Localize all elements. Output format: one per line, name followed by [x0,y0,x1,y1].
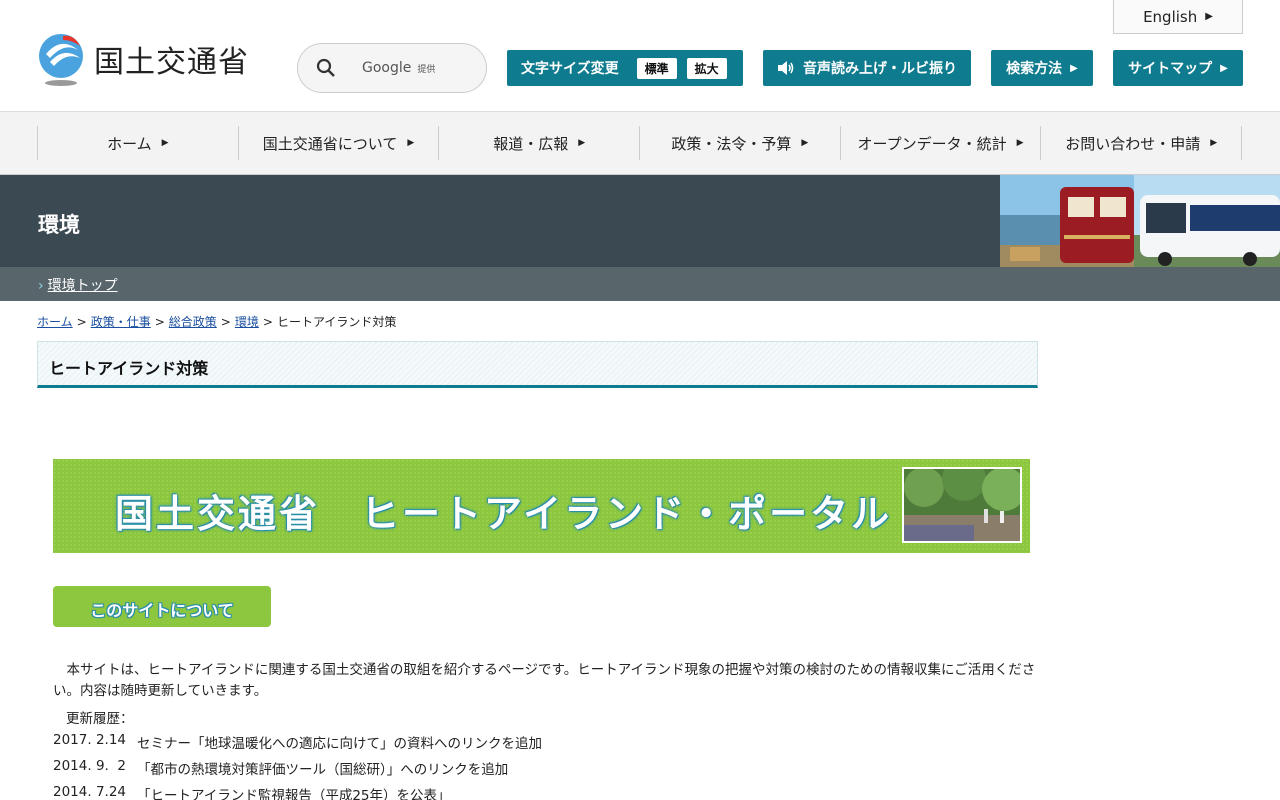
font-size-standard-button[interactable]: 標準 [636,57,677,79]
section-title: 環境 [38,213,80,237]
triangle-right-icon: ▶ [801,138,809,148]
about-site-label: このサイトについて [90,600,234,620]
breadcrumb-link-policy[interactable]: 政策・仕事 [91,315,151,329]
chevron-right-icon: › [38,278,44,294]
about-site-button[interactable]: このサイトについて [53,586,271,627]
heat-island-portal-banner: 国土交通省 ヒートアイランド・ポータル [53,459,1030,553]
triangle-right-icon: ▶ [1210,138,1218,148]
list-item: 2014. 7.24 「ヒートアイランド監視報告（平成25年）を公表」 [53,784,542,800]
update-history-label: 更新履歴： [66,711,134,727]
font-size-label: 文字サイズ変更 [521,61,619,77]
breadcrumb-link-environment[interactable]: 環境 [235,315,259,329]
park-photo [902,467,1022,543]
gnav-item-press[interactable]: 報道・広報 ▶ [439,126,641,160]
english-button[interactable]: English ▶ [1113,0,1243,34]
gnav-item-contact[interactable]: お問い合わせ・申請 ▶ [1041,126,1243,160]
triangle-right-icon: ▶ [578,138,586,148]
update-history-list: 2017. 2.14 セミナー「地球温暖化への適応に向けて」の資料へのリンクを追… [53,732,542,800]
page-title-box: ヒートアイランド対策 [37,341,1038,388]
breadcrumb-link-home[interactable]: ホーム [37,315,73,329]
triangle-right-icon: ▶ [1016,138,1024,148]
list-item: 2014. 9. 2 「都市の熱環境対策評価ツール（国総研）」へのリンクを追加 [53,758,542,784]
site-header: 国土交通省 English ▶ Google 提供 文字サイズ変更 標準 拡大 音… [0,0,1280,112]
voice-reading-label: 音声読み上げ・ルビ振り [803,61,957,77]
section-banner: 環境 [0,175,1280,267]
triangle-right-icon: ▶ [161,138,169,148]
search-method-label: 検索方法 [1006,61,1063,77]
sitemap-label: サイトマップ [1128,61,1213,77]
sitemap-button[interactable]: サイトマップ ▶ [1113,50,1243,86]
font-size-large-button[interactable]: 拡大 [686,57,727,79]
gnav-item-about[interactable]: 国土交通省について ▶ [239,126,440,160]
page-title: ヒートアイランド対策 [49,359,209,378]
update-date: 2014. 7.24 [53,784,126,800]
section-subbar: › 環境トップ [0,267,1280,301]
triangle-right-icon: ▶ [407,138,415,148]
search-method-button[interactable]: 検索方法 ▶ [991,50,1093,86]
intro-text: 本サイトは、ヒートアイランドに関連する国土交通省の取組を紹介するページです。ヒー… [53,662,1036,699]
update-text: 「都市の熱環境対策評価ツール（国総研）」へのリンクを追加 [137,762,509,778]
breadcrumb-link-general-policy[interactable]: 総合政策 [169,315,217,329]
search-icon[interactable] [316,58,336,78]
google-provider-label: Google 提供 [362,60,436,76]
train-bus-photo [1000,175,1280,267]
font-size-control: 文字サイズ変更 標準 拡大 [507,50,743,86]
gnav-item-opendata[interactable]: オープンデータ・統計 ▶ [841,126,1042,160]
update-date: 2014. 9. 2 [53,758,126,774]
gnav-item-policy[interactable]: 政策・法令・予算 ▶ [640,126,841,160]
logo-text: 国土交通省 [94,45,249,80]
list-item: 2017. 2.14 セミナー「地球温暖化への適応に向けて」の資料へのリンクを追… [53,732,542,758]
voice-reading-button[interactable]: 音声読み上げ・ルビ振り [763,50,971,86]
update-text: セミナー「地球温暖化への適応に向けて」の資料へのリンクを追加 [137,736,542,752]
triangle-right-icon: ▶ [1070,62,1078,74]
speaker-icon [778,61,794,75]
env-top-link[interactable]: › 環境トップ [38,275,118,295]
breadcrumb: ホーム > 政策・仕事 > 総合政策 > 環境 > ヒートアイランド対策 [37,315,397,329]
breadcrumb-current: ヒートアイランド対策 [276,315,397,329]
triangle-right-icon: ▶ [1220,62,1228,74]
update-text: 「ヒートアイランド監視報告（平成25年）を公表」 [137,788,451,800]
update-date: 2017. 2.14 [53,732,126,748]
mlit-logo-icon [36,32,86,86]
site-logo[interactable]: 国土交通省 [36,32,249,86]
site-search-box[interactable]: Google 提供 [297,43,487,93]
global-nav: ホーム ▶ 国土交通省について ▶ 報道・広報 ▶ 政策・法令・予算 ▶ オープンデータ… [0,112,1280,175]
portal-title: 国土交通省 ヒートアイランド・ポータル [115,492,893,536]
english-label: English [1143,7,1198,26]
triangle-right-icon: ▶ [1205,11,1213,22]
gnav-item-home[interactable]: ホーム ▶ [38,126,239,160]
